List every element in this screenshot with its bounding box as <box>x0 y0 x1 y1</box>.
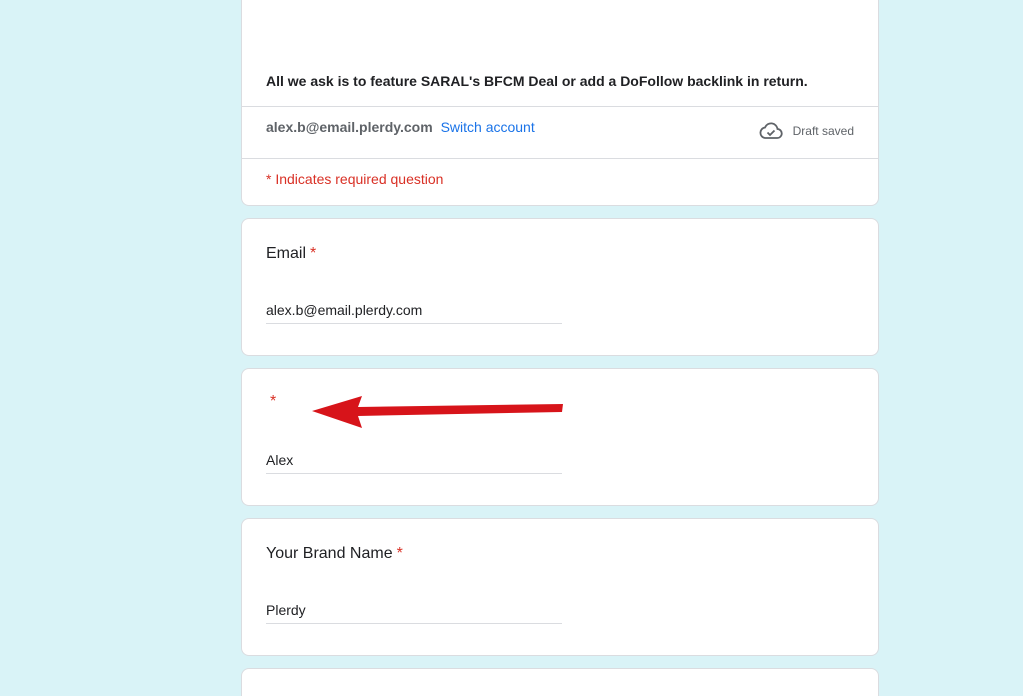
feature-request-text: All we ask is to feature SARAL's BFCM De… <box>266 73 808 89</box>
email-answer-field[interactable] <box>266 301 562 324</box>
red-arrow-annotation <box>312 396 563 428</box>
question-card-email: Email * <box>241 218 879 356</box>
name-input[interactable] <box>266 451 562 469</box>
required-note: * Indicates required question <box>266 171 444 187</box>
draft-status: Draft saved <box>759 122 854 140</box>
form-page: All we ask is to feature SARAL's BFCM De… <box>0 0 1023 696</box>
required-asterisk: * <box>396 545 403 562</box>
account-row: alex.b@email.plerdy.com Switch account <box>266 119 535 135</box>
header-divider-2 <box>242 158 878 159</box>
question-title: Your Brand Name * <box>266 545 403 563</box>
email-input[interactable] <box>266 301 562 319</box>
brand-answer-field[interactable] <box>266 601 562 624</box>
brand-name-input[interactable] <box>266 601 562 619</box>
question-title: * <box>266 393 276 411</box>
required-asterisk: * <box>310 245 317 262</box>
cloud-check-icon <box>759 122 783 140</box>
question-title-text: Email <box>266 245 307 262</box>
required-asterisk: * <box>270 393 277 410</box>
header-divider <box>242 106 878 107</box>
switch-account-link[interactable]: Switch account <box>441 119 535 135</box>
draft-saved-label: Draft saved <box>792 124 854 138</box>
question-card-brand: Your Brand Name * <box>241 518 879 656</box>
question-card-name: * <box>241 368 879 506</box>
question-card-next <box>241 668 879 696</box>
form-header-card: All we ask is to feature SARAL's BFCM De… <box>241 0 879 206</box>
question-title-text: Your Brand Name <box>266 545 393 562</box>
name-answer-field[interactable] <box>266 451 562 474</box>
question-title: Email * <box>266 245 316 263</box>
account-email: alex.b@email.plerdy.com <box>266 119 433 135</box>
